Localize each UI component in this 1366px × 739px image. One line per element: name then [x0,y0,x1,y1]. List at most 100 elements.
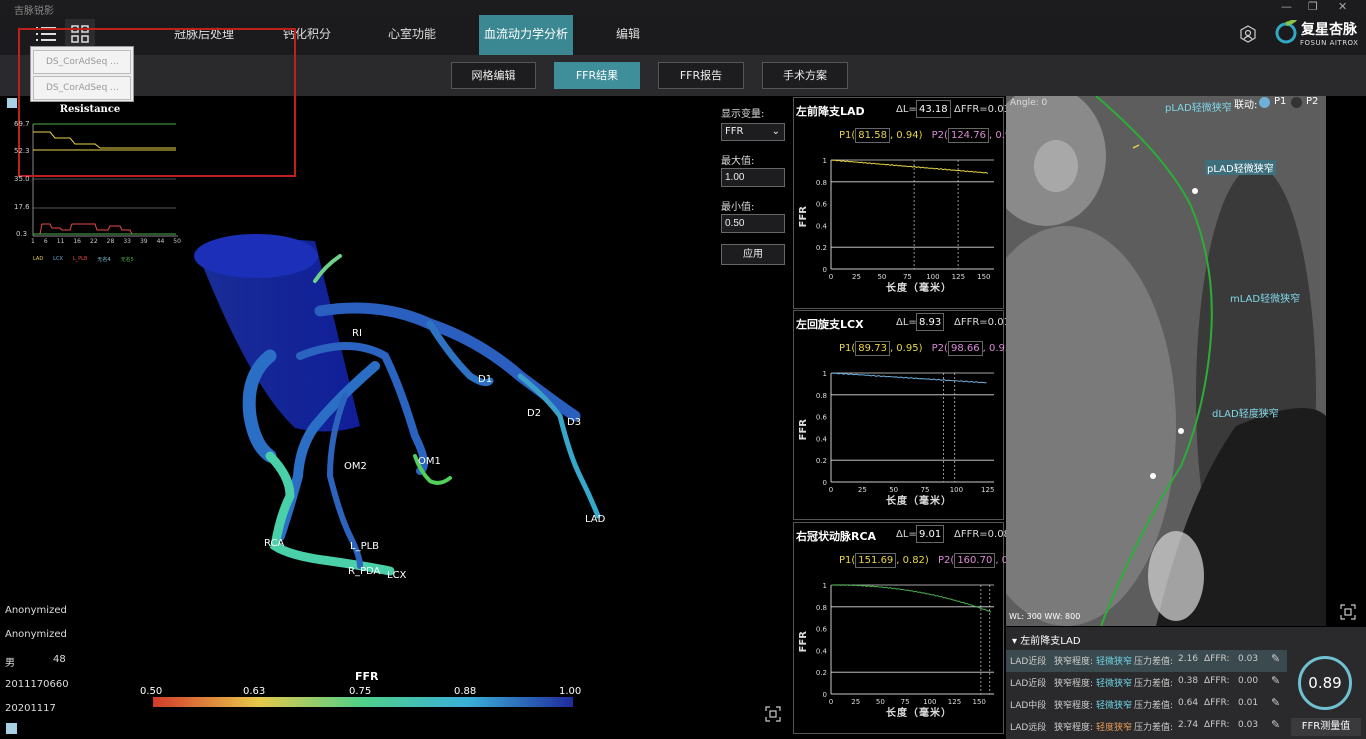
stenosis-annotation[interactable]: pLAD轻微狭窄 [1205,160,1276,175]
series-dropdown[interactable]: DS_CorAdSeq ... DS_CorAdSeq ... [30,46,134,102]
surgery-plan-button[interactable]: 手术方案 [762,62,848,89]
vessel-label-d3[interactable]: D3 [567,417,581,428]
ytick-label: 0.4 [816,222,828,230]
xtick: 6 [43,238,48,245]
ytick-label: 0.2 [816,669,827,677]
stenosis-annotation[interactable]: pLAD轻微狭窄 [1165,99,1232,114]
stenosis-row[interactable]: LAD近段 狭窄程度: 轻微狭窄 压力差值: 2.16 ΔFFR: 0.03 ✎ [1006,650,1287,672]
ffr-panel-rca[interactable]: 右冠状动脉RCA ΔL= 9.01 ΔFFR=0.08 P1(151.69, 0… [793,522,1028,734]
tab-hemodynamics[interactable]: 血流动力学分析 [479,15,573,55]
xtick: 22 [90,238,98,245]
legend-item: 无名5 [120,257,134,263]
xtick-label: 0 [829,273,833,281]
ytick-label: 0.8 [816,179,827,187]
ffr-report-button[interactable]: FFR报告 [658,62,744,89]
stenosis-row[interactable]: LAD近段 狭窄程度: 轻微狭窄 压力差值: 0.38 ΔFFR: 0.00 ✎ [1006,672,1287,694]
xtick: 28 [106,238,115,245]
pressure-value: 0.38 [1178,676,1199,686]
stenosis-annotation[interactable]: mLAD轻微狭窄 [1230,290,1300,305]
vessel-3d-render[interactable] [0,96,790,739]
menu-list-icon[interactable] [36,25,56,46]
vessel-3d-view[interactable]: Resistance 69.7 52.3 35.0 17.6 0.3 1 6 1… [0,28,790,739]
ct-image[interactable] [1006,96,1326,626]
edit-icon[interactable]: ✎ [1271,674,1280,687]
brand-logo-icon [1275,16,1299,47]
ytick-label: 0.6 [816,626,828,634]
edit-icon[interactable]: ✎ [1271,696,1280,709]
ytick: 0.3 [16,230,28,238]
ffr-curve-plot[interactable]: 10.80.60.40.200 25 50 75 100 125 [794,311,1005,521]
vessel-label-l-plb[interactable]: L_PLB [350,541,379,552]
ffr-panel-lad[interactable]: 左前降支LAD ΔL= 43.18 ΔFFR=0.03 P1(81.58, 0.… [793,97,1021,309]
vessel-label-lad[interactable]: LAD [585,514,605,525]
legend-item: 无名4 [97,257,111,263]
ytick-label: 0.6 [816,201,828,209]
edit-icon[interactable]: ✎ [1271,718,1280,731]
close-icon[interactable]: ✕ [1338,0,1347,13]
max-value-label: 最大值: [721,156,755,167]
ylabel: FFR [798,419,809,441]
tab-ventricle-function[interactable]: 心室功能 [381,15,443,55]
display-var-select[interactable]: FFR ⌄ [721,123,785,141]
stenosis-list-header[interactable]: ▾ 左前降支LAD [1012,632,1081,647]
dffr-value: 0.00 [1238,676,1259,686]
brand-name: 复星杏脉 [1301,22,1357,38]
apply-button[interactable]: 应用 [721,244,785,265]
stenosis-annotation[interactable]: dLAD轻度狭窄 [1212,405,1279,420]
ffr-panel-lcx[interactable]: 左回旋支LCX ΔL= 8.93 ΔFFR=0.01 P1(89.73, 0.9… [793,310,1015,521]
vessel-label-lcx[interactable]: LCX [387,570,406,581]
vessel-label-om2[interactable]: OM2 [344,461,367,472]
dffr-key: ΔFFR: [1204,676,1230,686]
colorbar-tick: 1.00 [559,686,582,697]
vessel-label-r-pda[interactable]: R_PDA [348,566,380,577]
ytick-label: 0 [823,266,827,274]
brand-name-en: FOSUN AITROX [1300,39,1359,47]
pressure-value: 2.74 [1178,720,1199,730]
ffr-gauge: 0.89 [1298,656,1352,710]
vessel-label-d2[interactable]: D2 [527,408,541,419]
p1-radio[interactable] [1259,97,1270,108]
pressure-key: 压力差值: [1134,701,1174,711]
colorbar-tick: 0.50 [140,686,163,697]
ytick-label: 0.4 [816,647,828,655]
xtick-label: 50 [876,698,885,706]
ffr-colorbar [153,697,573,707]
vessel-label-om1[interactable]: OM1 [418,456,441,467]
ct-cpr-view[interactable]: pLAD轻微狭窄 pLAD轻微狭窄 mLAD轻微狭窄 dLAD轻度狭窄 Angl… [1006,96,1326,626]
vessel-label-d1[interactable]: D1 [478,374,492,385]
tab-edit[interactable]: 编辑 [606,15,650,55]
series-item[interactable]: DS_CorAdSeq ... [33,50,131,74]
mesh-edit-button[interactable]: 网格编辑 [451,62,536,89]
stenosis-row[interactable]: LAD远段 狭窄程度: 轻度狭窄 压力差值: 2.74 ΔFFR: 0.03 ✎ [1006,716,1287,738]
expand-icon[interactable] [1340,604,1356,623]
grid-layout-icon[interactable] [65,19,95,49]
degree-key: 狭窄程度: [1054,679,1094,689]
max-value-input[interactable] [721,168,785,187]
restore-icon[interactable]: ❐ [1308,0,1318,13]
p2-radio[interactable] [1291,97,1302,108]
ytick-label: 0.8 [816,604,827,612]
p1-label: P1 [1274,96,1287,107]
vessel-label-ri[interactable]: RI [352,328,362,339]
xlabel: 长度（毫米） [886,708,952,719]
tab-coronary-post[interactable]: 冠脉后处理 [168,15,240,55]
resistance-chart [32,123,178,237]
ffr-result-button[interactable]: FFR结果 [554,62,640,89]
min-value-input[interactable] [721,214,785,233]
ytick: 52.3 [14,147,30,155]
series-item[interactable]: DS_CorAdSeq ... [33,76,131,100]
angle-readout: Angle: 0 [1010,98,1048,108]
patient-sex: 男 [5,658,15,669]
minimize-icon[interactable]: — [1281,0,1292,13]
degree-value: 轻微狭窄 [1096,679,1133,689]
dffr-value: 0.03 [1238,654,1259,664]
stenosis-row[interactable]: LAD中段 狭窄程度: 轻微狭窄 压力差值: 0.64 ΔFFR: 0.01 ✎ [1006,694,1287,716]
xtick-label: 0 [829,698,833,706]
pressure-key: 压力差值: [1134,657,1174,667]
edit-icon[interactable]: ✎ [1271,652,1280,665]
tab-calcium-score[interactable]: 钙化积分 [276,15,338,55]
stenosis-list-title: 左前降支LAD [1020,636,1081,647]
vessel-label-rca[interactable]: RCA [264,538,284,549]
user-icon[interactable] [1239,25,1257,46]
expand-icon[interactable] [765,706,781,725]
